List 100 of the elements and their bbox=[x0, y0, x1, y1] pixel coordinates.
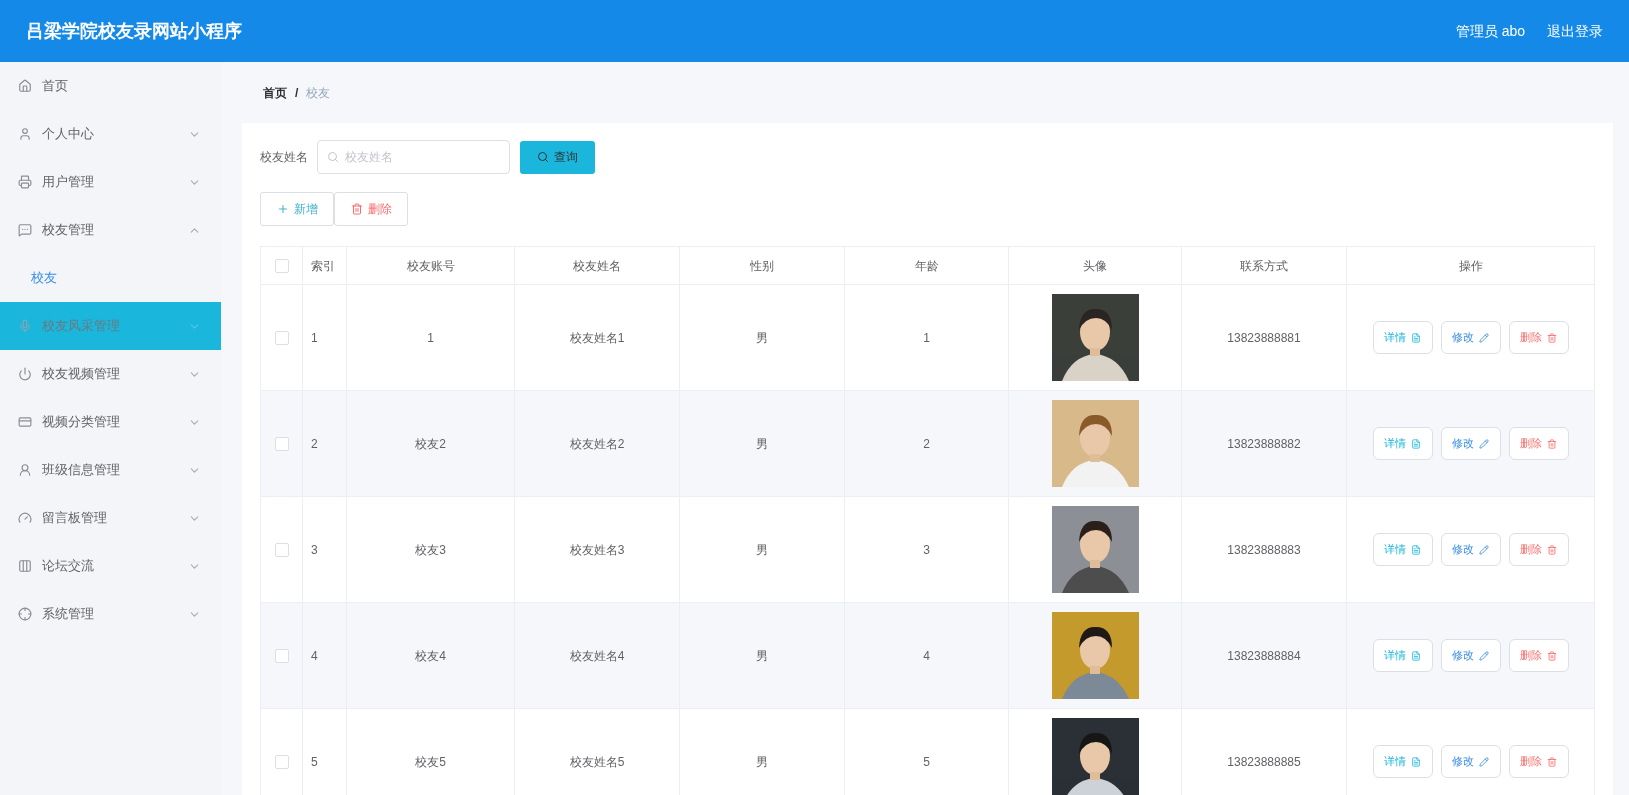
pencil-icon bbox=[1479, 332, 1489, 343]
document-icon bbox=[1411, 756, 1421, 767]
column-header: 操作 bbox=[1458, 257, 1483, 275]
sidebar-item[interactable]: 个人中心 bbox=[0, 110, 221, 158]
table-cell-text: 13823888881 bbox=[1227, 329, 1301, 347]
trash-icon bbox=[1547, 332, 1557, 343]
edit-button[interactable]: 修改 bbox=[1440, 639, 1501, 672]
power-icon bbox=[18, 367, 32, 381]
table-cell-text: 男 bbox=[756, 647, 768, 665]
delete-button[interactable]: 删除 bbox=[1508, 745, 1569, 778]
trash-icon bbox=[350, 203, 363, 215]
edit-button[interactable]: 修改 bbox=[1440, 321, 1501, 354]
crosshair-icon bbox=[18, 607, 32, 621]
document-icon bbox=[1411, 438, 1421, 449]
column-header: 性别 bbox=[750, 257, 774, 275]
app-title: 吕梁学院校友录网站小程序 bbox=[26, 19, 242, 43]
table-cell-text: 校友姓名2 bbox=[569, 435, 625, 453]
delete-button[interactable]: 删除 bbox=[1508, 427, 1569, 460]
breadcrumb-separator: / bbox=[295, 84, 299, 102]
breadcrumb-current: 校友 bbox=[306, 84, 331, 102]
document-icon bbox=[1411, 650, 1421, 661]
pencil-icon bbox=[1479, 650, 1489, 661]
checkbox[interactable] bbox=[274, 330, 289, 345]
pencil-icon bbox=[1479, 438, 1489, 449]
microphone-icon bbox=[18, 319, 32, 333]
query-button[interactable]: 查询 bbox=[520, 140, 595, 174]
delete-button[interactable]: 删除 bbox=[334, 192, 408, 226]
logout-link[interactable]: 退出登录 bbox=[1547, 20, 1603, 42]
sidebar-item[interactable]: 校友管理 bbox=[0, 206, 221, 254]
table-cell-text: 男 bbox=[756, 435, 768, 453]
sidebar-item[interactable]: 留言板管理 bbox=[0, 494, 221, 542]
search-label: 校友姓名 bbox=[260, 149, 309, 166]
trash-icon bbox=[1547, 650, 1557, 661]
table-cell-text: 校友5 bbox=[415, 753, 446, 771]
edit-button[interactable]: 修改 bbox=[1440, 533, 1501, 566]
table-cell-text: 5 bbox=[311, 753, 318, 771]
sidebar-item[interactable]: 用户管理 bbox=[0, 158, 221, 206]
breadcrumb-link[interactable]: 首页 bbox=[263, 83, 287, 102]
table-cell-text: 2 bbox=[923, 435, 930, 453]
edit-button[interactable]: 修改 bbox=[1440, 427, 1501, 460]
person-icon bbox=[18, 463, 32, 477]
sidebar-item[interactable]: 班级信息管理 bbox=[0, 446, 221, 494]
table-cell-text: 1 bbox=[923, 329, 930, 347]
gauge-icon bbox=[18, 511, 32, 525]
trash-icon bbox=[1547, 438, 1557, 449]
detail-button[interactable]: 详情 bbox=[1372, 533, 1433, 566]
column-header: 年龄 bbox=[914, 257, 939, 275]
table-cell-text: 4 bbox=[923, 647, 930, 665]
card-icon bbox=[18, 415, 32, 429]
table-cell-text: 男 bbox=[756, 541, 768, 559]
column-header: 校友姓名 bbox=[573, 257, 621, 275]
checkbox[interactable] bbox=[274, 258, 289, 273]
sidebar-item[interactable]: 校友视频管理 bbox=[0, 350, 221, 398]
checkbox[interactable] bbox=[274, 542, 289, 557]
admin-label: 管理员 abo bbox=[1455, 21, 1525, 41]
table-cell-text: 校友2 bbox=[415, 435, 446, 453]
table-cell-text: 校友姓名1 bbox=[569, 329, 625, 347]
table-cell-text: 校友4 bbox=[415, 647, 446, 665]
table-cell-text: 5 bbox=[923, 753, 930, 771]
trash-icon bbox=[1547, 756, 1557, 767]
column-header: 联系方式 bbox=[1240, 257, 1288, 275]
columns-icon bbox=[18, 559, 32, 573]
sidebar-item[interactable]: 校友风采管理 bbox=[0, 302, 221, 350]
add-button[interactable]: 新增 bbox=[260, 192, 334, 226]
checkbox[interactable] bbox=[274, 436, 289, 451]
delete-button[interactable]: 删除 bbox=[1508, 533, 1569, 566]
detail-button[interactable]: 详情 bbox=[1372, 745, 1433, 778]
pencil-icon bbox=[1479, 544, 1489, 555]
sidebar-item[interactable]: 系统管理 bbox=[0, 590, 221, 638]
delete-button[interactable]: 删除 bbox=[1508, 321, 1569, 354]
sidebar-item[interactable]: 视频分类管理 bbox=[0, 398, 221, 446]
column-header: 头像 bbox=[1083, 257, 1107, 275]
search-icon bbox=[537, 151, 549, 163]
column-header: 索引 bbox=[311, 257, 335, 275]
submenu-item[interactable]: 校友 bbox=[0, 254, 221, 302]
delete-button[interactable]: 删除 bbox=[1508, 639, 1569, 672]
detail-button[interactable]: 详情 bbox=[1372, 427, 1433, 460]
table-cell-text: 校友姓名3 bbox=[569, 541, 625, 559]
edit-button[interactable]: 修改 bbox=[1440, 745, 1501, 778]
search-icon bbox=[327, 151, 339, 163]
document-icon bbox=[1411, 332, 1421, 343]
table-cell-text: 男 bbox=[756, 329, 768, 347]
detail-button[interactable]: 详情 bbox=[1372, 639, 1433, 672]
table-cell-text: 校友姓名4 bbox=[569, 647, 625, 665]
table-cell-text: 13823888882 bbox=[1227, 435, 1301, 453]
table-cell-text: 3 bbox=[311, 541, 318, 559]
document-icon bbox=[1411, 544, 1421, 555]
table-cell-text: 男 bbox=[756, 753, 768, 771]
sidebar-item[interactable]: 论坛交流 bbox=[0, 542, 221, 590]
table-cell-text: 校友姓名5 bbox=[569, 753, 625, 771]
checkbox[interactable] bbox=[274, 648, 289, 663]
table-cell-text: 13823888885 bbox=[1227, 753, 1301, 771]
user-icon bbox=[18, 127, 32, 141]
table-cell-text: 3 bbox=[923, 541, 930, 559]
sidebar-item[interactable]: 首页 bbox=[0, 62, 221, 110]
detail-button[interactable]: 详情 bbox=[1372, 321, 1433, 354]
table-cell-text: 4 bbox=[311, 647, 318, 665]
table-cell-text: 1 bbox=[311, 329, 318, 347]
search-field[interactable]: 校友姓名 bbox=[317, 140, 510, 174]
checkbox[interactable] bbox=[274, 754, 289, 769]
